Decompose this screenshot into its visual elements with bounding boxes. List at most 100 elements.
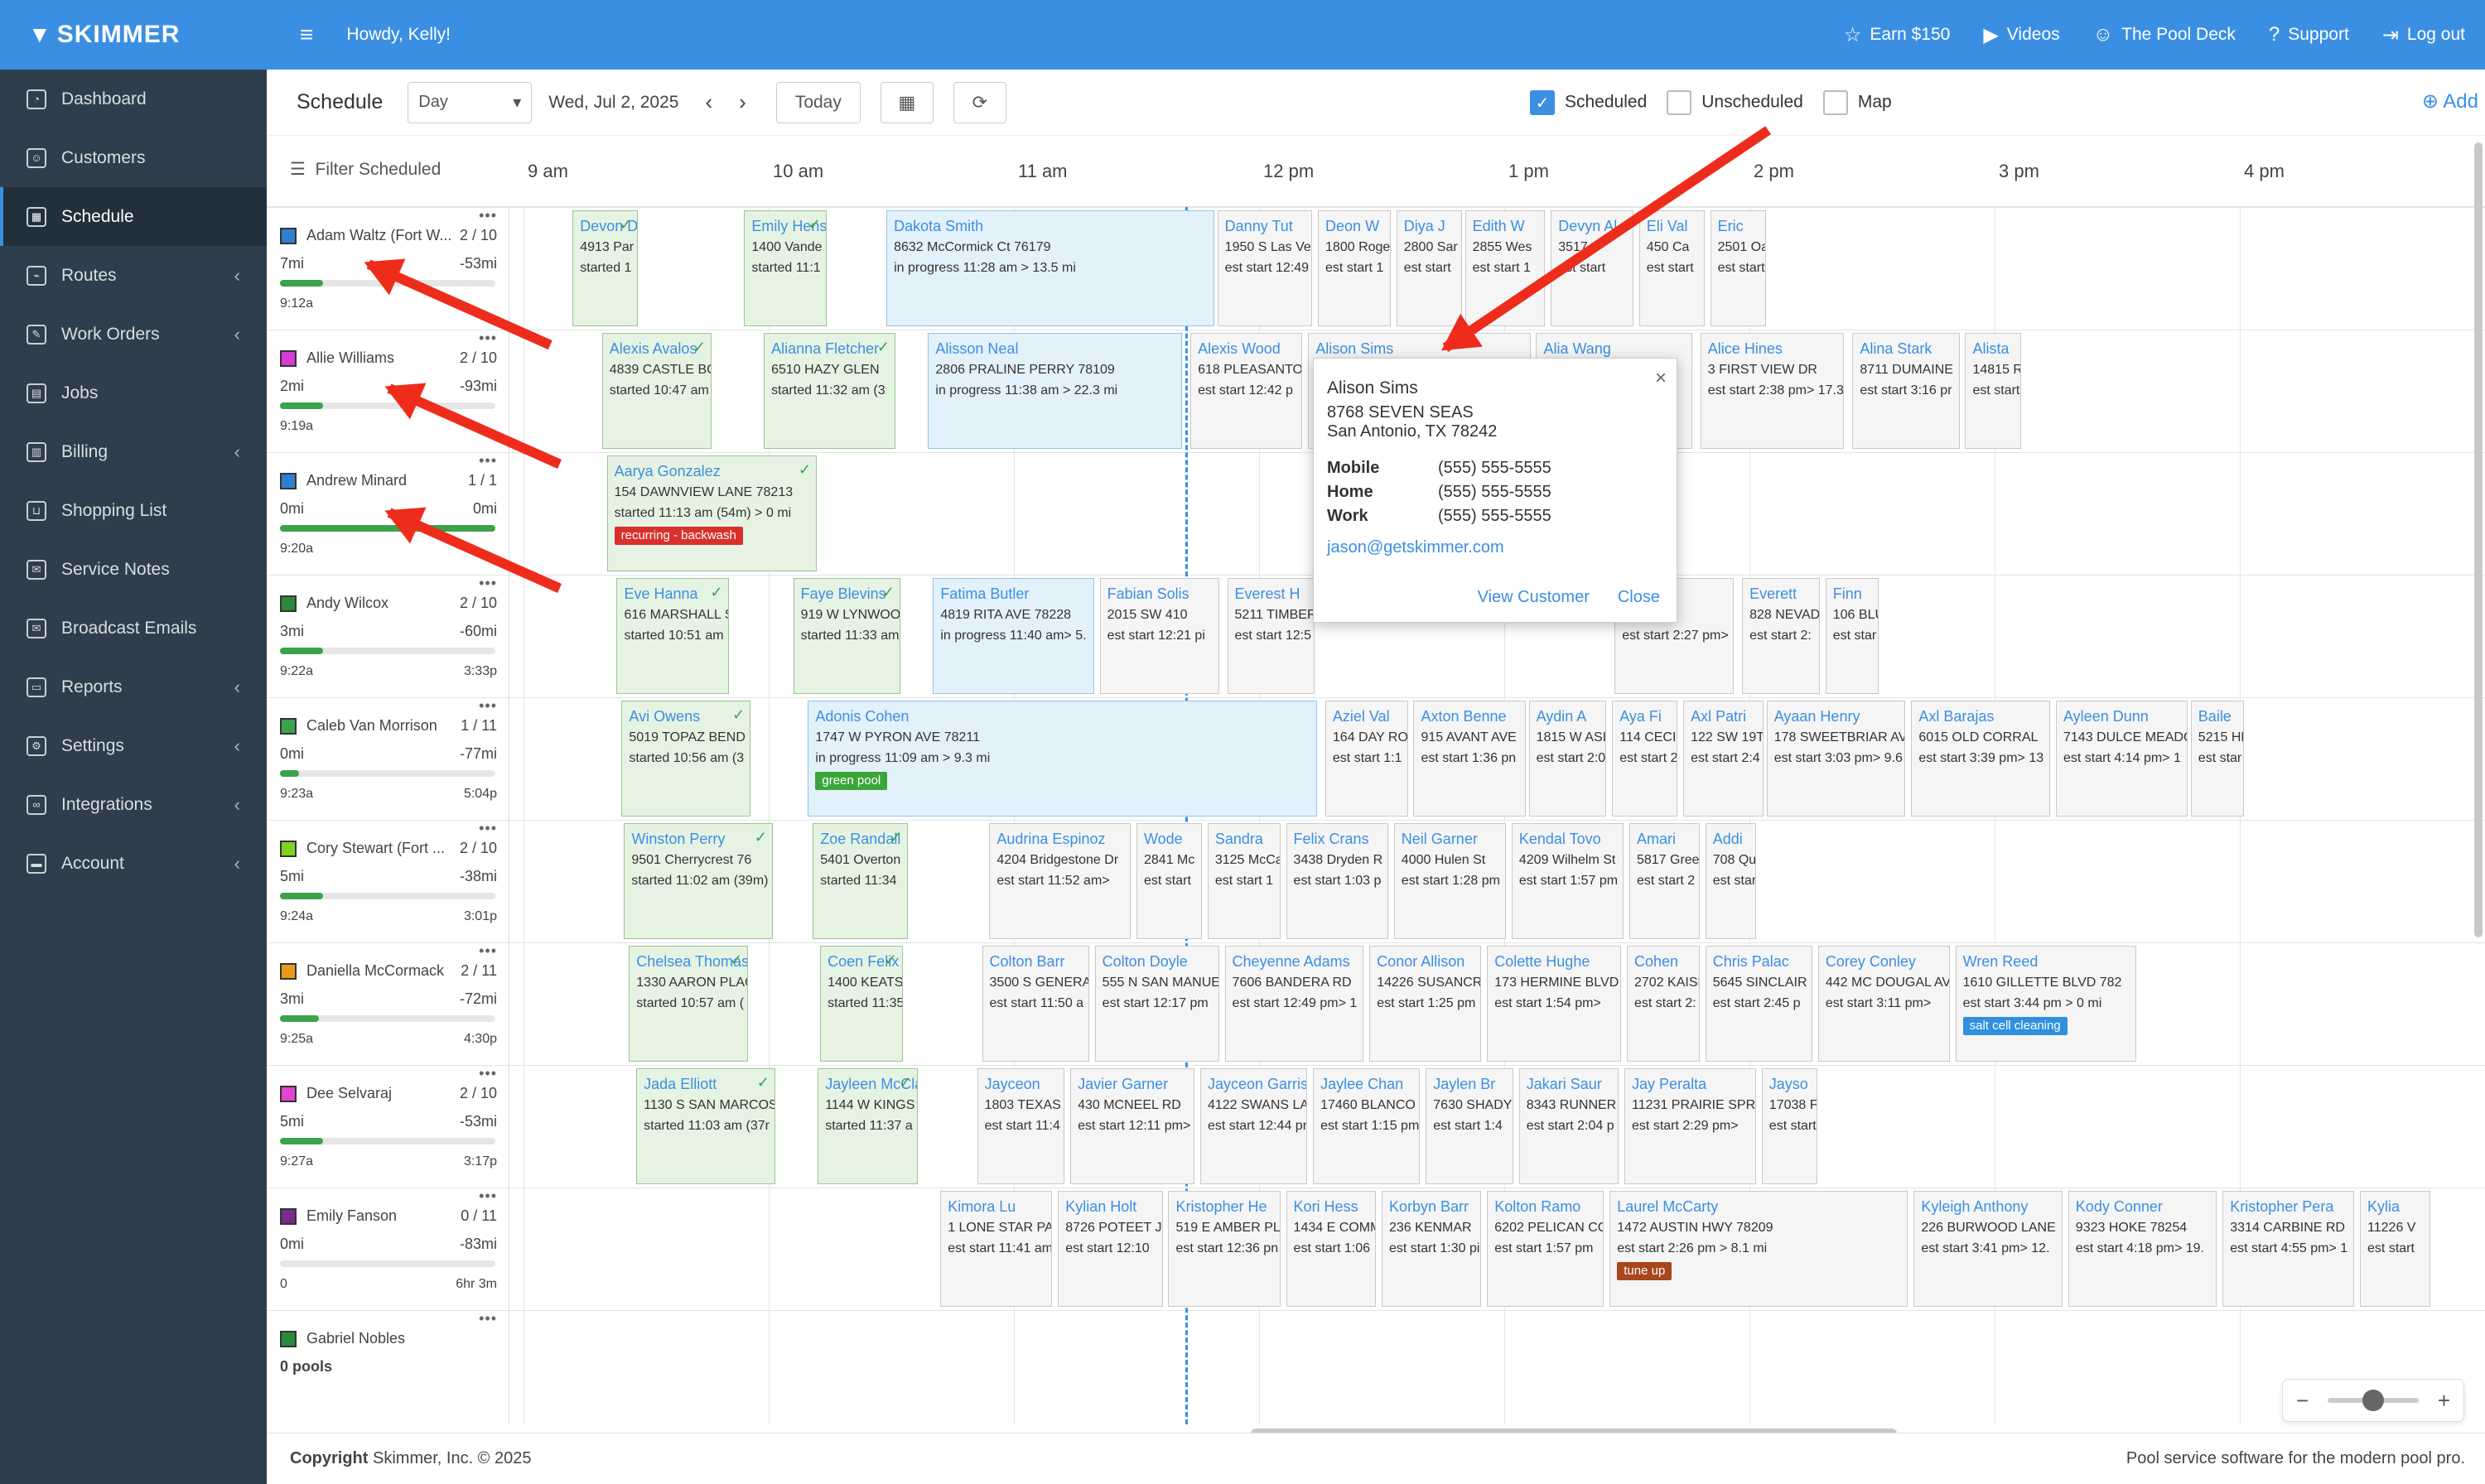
job-customer-name[interactable]: Jayso	[1769, 1074, 1810, 1095]
job-card[interactable]: Cohen 2702 KAISE est start 2:	[1627, 946, 1700, 1062]
job-customer-name[interactable]: Kody Conner	[2076, 1197, 2210, 1217]
sidebar-item-settings[interactable]: ⚙ Settings ‹	[0, 716, 267, 775]
job-customer-name[interactable]: Corey Conley	[1826, 952, 1942, 972]
job-customer-name[interactable]: Kyleigh Anthony	[1921, 1197, 2055, 1217]
top-link-log-out[interactable]: ⇥ Log out	[2382, 23, 2465, 47]
job-card[interactable]: Kylian Holt 8726 POTEET JO est start 12:10	[1058, 1191, 1163, 1307]
phone-number[interactable]: (555) 555-5555	[1438, 456, 1551, 480]
job-card[interactable]: Faye Blevins 919 W LYNWOO started 11:33 am…	[793, 578, 900, 694]
top-link-the-pool-deck[interactable]: ☺ The Pool Deck	[2093, 23, 2236, 46]
job-customer-name[interactable]: Colette Hughe	[1494, 952, 1614, 972]
top-link-earn-150[interactable]: ☆ Earn $150	[1844, 23, 1950, 47]
job-card[interactable]: Felix Crans 3438 Dryden R est start 1:03 p	[1286, 823, 1388, 939]
job-card[interactable]: Chelsea Thomas 1330 AARON PLAC started 10:…	[629, 946, 749, 1062]
job-card[interactable]: Aziel Val 164 DAY RO est start 1:1	[1325, 701, 1408, 817]
filter-map[interactable]: Map	[1822, 90, 1892, 115]
vertical-scrollbar[interactable]	[2474, 142, 2483, 937]
job-customer-name[interactable]: Kylian Holt	[1065, 1197, 1155, 1217]
zoom-in-icon[interactable]: +	[2438, 1388, 2450, 1414]
job-customer-name[interactable]: Fabian Solis	[1107, 584, 1212, 605]
job-customer-name[interactable]: Axton Benne	[1421, 706, 1518, 727]
sidebar-item-account[interactable]: ▬ Account ‹	[0, 834, 267, 893]
job-customer-name[interactable]: Axl Barajas	[1918, 706, 2043, 727]
job-customer-name[interactable]: Addi	[1713, 829, 1749, 850]
close-icon[interactable]: ×	[1655, 367, 1667, 390]
job-card[interactable]: Eli Val 450 Ca est start	[1638, 210, 1705, 326]
phone-number[interactable]: (555) 555-5555	[1438, 480, 1551, 504]
sidebar-item-schedule[interactable]: ▦ Schedule	[0, 187, 267, 246]
job-customer-name[interactable]: Jakari Saur	[1527, 1074, 1611, 1095]
job-customer-name[interactable]: Jayleen McCla	[825, 1074, 916, 1095]
job-customer-name[interactable]: Fatima Butler	[940, 584, 1086, 605]
job-card[interactable]: Everest H 5211 TIMBER est start 12:5	[1227, 578, 1315, 694]
job-card[interactable]: Jaylee Chan 17460 BLANCO est start 1:15 pm	[1313, 1068, 1421, 1184]
job-card[interactable]: Amari 5817 Gree est start 2	[1629, 823, 1700, 939]
job-customer-name[interactable]: Audrina Espinoz	[996, 829, 1123, 850]
job-card[interactable]: Sandra 3125 McCa est start 1	[1207, 823, 1281, 939]
job-card[interactable]: Kyleigh Anthony 226 BURWOOD LANE est start…	[1913, 1191, 2063, 1307]
checkbox[interactable]	[1667, 90, 1692, 115]
job-customer-name[interactable]: Laurel McCarty	[1617, 1197, 1900, 1217]
sidebar-item-service-notes[interactable]: ✉ Service Notes	[0, 540, 267, 599]
zoom-slider-handle[interactable]	[2362, 1390, 2384, 1411]
close-link[interactable]: Close	[1618, 588, 1660, 607]
job-customer-name[interactable]: Alina Stark	[1860, 339, 1952, 359]
sidebar-item-integrations[interactable]: ∞ Integrations ‹	[0, 775, 267, 834]
refresh-icon[interactable]: ⟳	[953, 81, 1006, 123]
job-customer-name[interactable]: Jayceon Garris	[1208, 1074, 1306, 1095]
job-card[interactable]: Kristopher Pera 3314 CARBINE RD est start …	[2222, 1191, 2355, 1307]
more-options-icon[interactable]: •••	[479, 820, 497, 837]
job-card[interactable]: Jayso 17038 F est start	[1761, 1068, 1817, 1184]
job-customer-name[interactable]: Alison Sims	[1315, 339, 1522, 359]
job-customer-name[interactable]: Kendal Tovo	[1519, 829, 1616, 850]
checkbox[interactable]: ✓	[1530, 90, 1555, 115]
job-card[interactable]: Axl Barajas 6015 OLD CORRAL est start 3:39…	[1911, 701, 2051, 817]
job-customer-name[interactable]: Jaylee Chan	[1320, 1074, 1412, 1095]
job-customer-name[interactable]: Amari	[1637, 829, 1692, 850]
job-card[interactable]: Kori Hess 1434 E COMM est start 1:06	[1286, 1191, 1377, 1307]
job-card[interactable]: Addi 708 Qua est start	[1705, 823, 1756, 939]
job-customer-name[interactable]: Aarya Gonzalez	[615, 461, 810, 482]
job-customer-name[interactable]: Kylia	[2367, 1197, 2423, 1217]
more-options-icon[interactable]: •••	[479, 1310, 497, 1327]
hamburger-menu-icon[interactable]: ≡	[300, 22, 313, 48]
job-customer-name[interactable]: Cohen	[1634, 952, 1692, 972]
job-card[interactable]: Baile 5215 HE est star	[2190, 701, 2244, 817]
job-card[interactable]: Kristopher He 519 E AMBER PLA est start 12…	[1168, 1191, 1281, 1307]
job-card[interactable]: Finn 106 BLU est star	[1825, 578, 1879, 694]
job-customer-name[interactable]: Jada Elliott	[644, 1074, 768, 1095]
job-customer-name[interactable]: Winston Perry	[631, 829, 765, 850]
phone-number[interactable]: (555) 555-5555	[1438, 504, 1551, 528]
job-customer-name[interactable]: Ayleen Dunn	[2063, 706, 2180, 727]
job-card[interactable]: Alianna Fletcher 6510 HAZY GLEN started 11…	[764, 333, 895, 449]
job-card[interactable]: Everett 828 NEVAD est start 2:	[1742, 578, 1820, 694]
job-customer-name[interactable]: Sandra	[1215, 829, 1273, 850]
job-card[interactable]: Emily Hens 1400 Vande started 11:1 ✓	[744, 210, 827, 326]
sidebar-item-customers[interactable]: ☺ Customers	[0, 128, 267, 187]
job-customer-name[interactable]: Conor Allison	[1377, 952, 1474, 972]
job-customer-name[interactable]: Neil Garner	[1402, 829, 1498, 850]
job-card[interactable]: Kendal Tovo 4209 Wilhelm St est start 1:57…	[1511, 823, 1624, 939]
job-customer-name[interactable]: Danny Tut	[1225, 216, 1305, 237]
job-customer-name[interactable]: Jaylen Br	[1433, 1074, 1506, 1095]
job-card[interactable]: Deon W 1800 Roge est start 1	[1318, 210, 1391, 326]
job-customer-name[interactable]: Everett	[1749, 584, 1812, 605]
job-card[interactable]: Korbyn Barr 236 KENMAR est start 1:30 pi	[1382, 1191, 1482, 1307]
sidebar-item-reports[interactable]: ▭ Reports ‹	[0, 658, 267, 716]
sidebar-item-billing[interactable]: ▥ Billing ‹	[0, 422, 267, 481]
filter-unscheduled[interactable]: Unscheduled	[1667, 90, 1803, 115]
job-card[interactable]: Conor Allison 14226 SUSANCRE est start 1:2…	[1369, 946, 1482, 1062]
view-select[interactable]: Day ▾	[408, 81, 533, 123]
job-customer-name[interactable]: Wode	[1144, 829, 1194, 850]
job-card[interactable]: Laurel McCarty 1472 AUSTIN HWY 78209 est s…	[1609, 1191, 1908, 1307]
job-card[interactable]: Wren Reed 1610 GILLETTE BLVD 782 est start…	[1955, 946, 2136, 1062]
job-customer-name[interactable]: Chris Palac	[1713, 952, 1805, 972]
job-customer-name[interactable]: Kori Hess	[1294, 1197, 1368, 1217]
job-card[interactable]: Aarya Gonzalez 154 DAWNVIEW LANE 78213 sta…	[606, 455, 818, 571]
next-day-chevron-icon[interactable]: ›	[739, 89, 746, 115]
job-customer-name[interactable]: Diya J	[1404, 216, 1455, 237]
top-link-support[interactable]: ? Support	[2269, 23, 2349, 46]
job-card[interactable]: Ayleen Dunn 7143 DULCE MEADO est start 4:1…	[2056, 701, 2188, 817]
job-card[interactable]: Cheyenne Adams 7606 BANDERA RD est start 1…	[1224, 946, 1364, 1062]
add-button[interactable]: ⊕ Add	[2422, 89, 2478, 113]
